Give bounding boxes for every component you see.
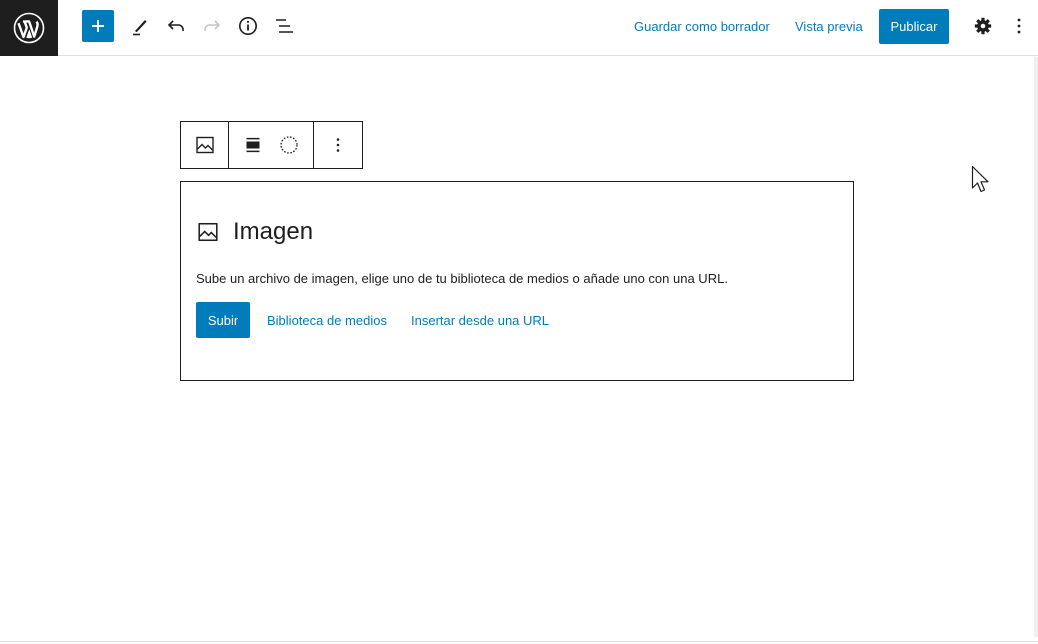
image-block-instructions: Sube un archivo de imagen, elige uno de … xyxy=(196,271,728,286)
wordpress-logo[interactable] xyxy=(0,0,58,56)
preview-button[interactable]: Vista previa xyxy=(795,19,863,34)
more-options-button[interactable] xyxy=(1001,10,1037,42)
editor-header: Guardar como borrador Vista previa Publi… xyxy=(0,0,1038,56)
info-icon xyxy=(239,17,257,35)
add-block-button[interactable] xyxy=(82,10,114,42)
upload-button[interactable]: Subir xyxy=(196,302,250,338)
wordpress-icon xyxy=(13,12,45,44)
gear-icon xyxy=(974,17,992,35)
image-icon xyxy=(195,136,214,154)
more-vertical-icon xyxy=(336,138,340,152)
duotone-button[interactable] xyxy=(271,122,307,168)
image-block-placeholder[interactable]: Imagen Sube un archivo de imagen, elige … xyxy=(180,181,854,381)
image-icon xyxy=(198,222,218,242)
scrollbar[interactable] xyxy=(1034,57,1038,637)
undo-icon xyxy=(167,20,184,31)
block-switcher-group xyxy=(181,122,229,168)
settings-button[interactable] xyxy=(965,10,1001,42)
undo-button[interactable] xyxy=(158,10,194,42)
save-draft-button[interactable]: Guardar como borrador xyxy=(634,19,770,34)
block-toolbar xyxy=(180,121,363,169)
image-block-label: Imagen xyxy=(197,218,313,246)
media-library-button[interactable]: Biblioteca de medios xyxy=(267,313,387,328)
divider xyxy=(0,641,1038,642)
list-view-button[interactable] xyxy=(266,10,302,42)
publish-button[interactable]: Publicar xyxy=(879,9,949,44)
insert-from-url-button[interactable]: Insertar desde una URL xyxy=(411,313,549,328)
block-options-button[interactable] xyxy=(320,122,356,168)
image-block-title: Imagen xyxy=(233,218,314,245)
block-type-button[interactable] xyxy=(187,122,223,168)
mouse-cursor-icon xyxy=(971,165,989,193)
block-controls-group xyxy=(229,122,314,168)
more-vertical-icon xyxy=(1017,18,1021,34)
dashed-circle-icon xyxy=(280,136,298,154)
details-button[interactable] xyxy=(230,10,266,42)
align-center-icon xyxy=(246,137,260,153)
align-button[interactable] xyxy=(235,122,271,168)
tools-button[interactable] xyxy=(122,10,158,42)
redo-button[interactable] xyxy=(194,10,230,42)
block-options-group xyxy=(314,122,362,168)
list-view-icon xyxy=(276,19,293,33)
redo-icon xyxy=(204,20,221,31)
pencil-icon xyxy=(133,20,147,36)
plus-icon xyxy=(92,20,104,32)
